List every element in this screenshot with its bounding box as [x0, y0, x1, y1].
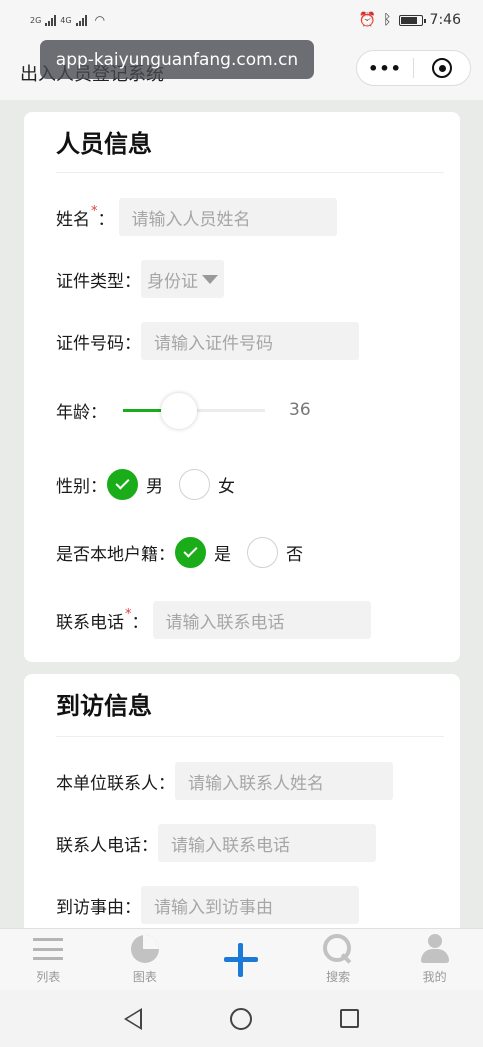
tab-search[interactable]: 搜索	[290, 929, 387, 990]
wifi-icon: ◠	[94, 13, 106, 27]
person-info-card: 人员信息 姓名 * ： 请输入人员姓名 证件类型： 身份证 证件号码： 请输入证…	[24, 112, 460, 662]
status-bar: 2G 4G ◠ ⏰ ᛒ 7:46	[0, 0, 483, 40]
age-value: 36	[289, 400, 311, 420]
list-icon	[33, 938, 64, 960]
name-input[interactable]: 请输入人员姓名	[118, 198, 337, 236]
mini-program-capsule: •••	[356, 50, 471, 86]
recent-apps-icon[interactable]	[340, 1009, 359, 1028]
colon: ：	[97, 209, 115, 230]
slider-thumb[interactable]	[161, 393, 198, 429]
contact-phone-label: 联系人电话：	[56, 835, 158, 856]
battery-icon	[398, 14, 426, 26]
more-menu-button[interactable]: •••	[357, 59, 413, 78]
reason-label: 到访事由：	[56, 897, 141, 918]
local-yes-label: 是	[214, 544, 231, 565]
network-type-1: 2G	[30, 15, 42, 25]
tab-label: 我的	[422, 970, 447, 984]
local-no-label: 否	[286, 544, 303, 565]
age-row: 年龄： 36	[56, 391, 311, 429]
plus-icon	[224, 942, 259, 977]
name-label: 姓名	[56, 209, 90, 230]
gender-male-radio[interactable]	[107, 468, 138, 500]
required-mark: *	[91, 203, 98, 219]
close-target-icon	[432, 58, 452, 78]
gender-row: 性别： 男 女	[56, 465, 251, 503]
local-no-radio[interactable]	[247, 536, 278, 568]
tab-add[interactable]	[193, 929, 290, 990]
tab-mine[interactable]: 我的	[386, 929, 483, 990]
name-row: 姓名 * ： 请输入人员姓名	[56, 198, 337, 236]
tab-label: 图表	[132, 970, 157, 984]
id-number-row: 证件号码： 请输入证件号码	[56, 322, 359, 360]
local-household-row: 是否本地户籍： 是 否	[56, 533, 319, 571]
search-icon	[323, 934, 353, 964]
required-mark: *	[125, 606, 132, 622]
home-icon[interactable]	[230, 1007, 252, 1030]
gender-male-label: 男	[146, 476, 163, 497]
local-yes-radio[interactable]	[175, 536, 206, 568]
alarm-icon: ⏰	[358, 12, 377, 28]
visit-info-card: 到访信息 本单位联系人： 请输入联系人姓名 联系人电话： 请输入联系电话 到访事…	[24, 674, 460, 934]
contact-label: 本单位联系人：	[56, 773, 175, 794]
status-left: 2G 4G ◠	[30, 13, 105, 27]
divider	[56, 172, 444, 173]
section-title-visit: 到访信息	[56, 692, 152, 720]
signal-icon-2	[75, 14, 87, 26]
tab-label: 搜索	[326, 970, 351, 984]
bluetooth-icon: ᛒ	[383, 12, 392, 28]
signal-icon	[45, 14, 57, 26]
divider	[56, 736, 444, 737]
reason-input[interactable]: 请输入到访事由	[141, 886, 359, 924]
reason-row: 到访事由： 请输入到访事由	[56, 886, 359, 924]
tab-chart[interactable]: 图表	[97, 929, 194, 990]
tab-list[interactable]: 列表	[0, 929, 97, 990]
app-header: 出入人员登记系统 app-kaiyunguanfang.com.cn •••	[0, 40, 483, 100]
checkmark-icon	[183, 543, 198, 558]
chevron-down-icon	[202, 274, 218, 284]
clock-time: 7:46	[429, 12, 461, 28]
bottom-tab-bar: 列表 图表 搜索 我的	[0, 928, 483, 990]
contact-phone-row: 联系人电话： 请输入联系电话	[56, 824, 376, 862]
id-type-row: 证件类型： 身份证	[56, 260, 224, 298]
network-type-2: 4G	[60, 15, 72, 25]
age-slider[interactable]	[123, 391, 265, 429]
colon: ：	[131, 612, 149, 633]
contact-input[interactable]: 请输入联系人姓名	[175, 762, 393, 800]
id-type-label: 证件类型：	[56, 271, 141, 292]
phone-label: 联系电话	[56, 612, 124, 633]
contact-phone-input[interactable]: 请输入联系电话	[158, 824, 376, 862]
url-overlay: app-kaiyunguanfang.com.cn	[40, 40, 314, 79]
person-icon	[420, 934, 449, 964]
phone-input[interactable]: 请输入联系电话	[152, 601, 371, 639]
tab-label: 列表	[36, 970, 61, 984]
age-label: 年龄：	[56, 402, 107, 423]
local-household-label: 是否本地户籍：	[56, 544, 175, 565]
status-right: ⏰ ᛒ 7:46	[359, 12, 461, 28]
gender-female-radio[interactable]	[179, 468, 210, 500]
section-title-person: 人员信息	[56, 130, 152, 158]
contact-row: 本单位联系人： 请输入联系人姓名	[56, 762, 393, 800]
pie-chart-icon	[130, 935, 159, 963]
back-icon[interactable]	[124, 1007, 142, 1030]
gender-label: 性别：	[56, 476, 107, 497]
id-type-value: 身份证	[147, 271, 198, 292]
id-type-select[interactable]: 身份证	[141, 260, 224, 298]
close-button[interactable]	[414, 58, 470, 78]
gender-female-label: 女	[218, 476, 235, 497]
system-nav-bar	[0, 990, 483, 1047]
id-number-label: 证件号码：	[56, 333, 141, 354]
phone-row: 联系电话 * ： 请输入联系电话	[56, 601, 371, 639]
id-number-input[interactable]: 请输入证件号码	[141, 322, 359, 360]
checkmark-icon	[115, 475, 130, 490]
